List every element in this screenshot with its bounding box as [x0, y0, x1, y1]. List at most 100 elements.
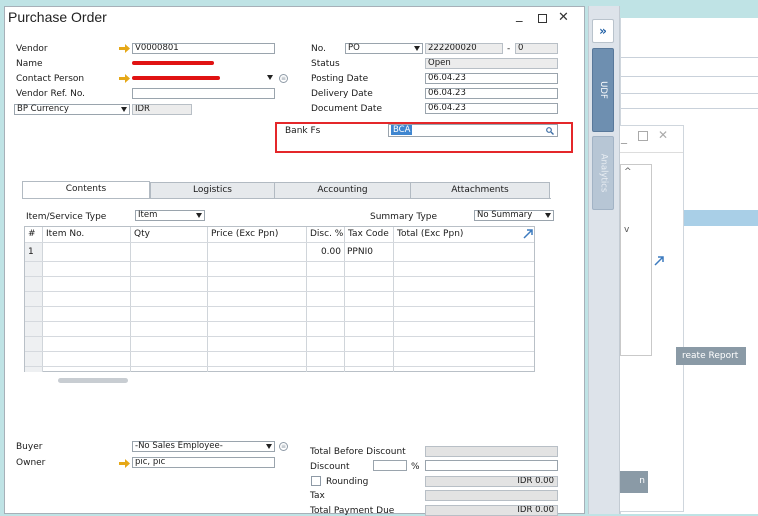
dropdown-arrow-icon: [196, 213, 202, 218]
discount-percent-field[interactable]: [373, 460, 407, 471]
series-value: PO: [348, 43, 360, 53]
column-header-number[interactable]: #: [25, 227, 43, 242]
link-arrow-icon[interactable]: [119, 459, 130, 468]
dropdown-arrow-icon: [266, 444, 272, 449]
row-number: 1: [28, 247, 34, 257]
items-table[interactable]: # Item No. Qty Price (Exc Ppn) Disc. % T…: [24, 226, 535, 372]
maximize-icon[interactable]: [538, 14, 547, 23]
create-report-button[interactable]: reate Report: [676, 347, 746, 365]
posting-date-label: Posting Date: [311, 74, 369, 84]
discount-amount-field[interactable]: [425, 460, 558, 471]
item-service-type-dropdown[interactable]: Item: [135, 210, 205, 221]
contact-person-dropdown[interactable]: [132, 73, 275, 84]
tab-analytics-label: Analytics: [598, 153, 609, 193]
number-label: No.: [311, 44, 326, 54]
side-tab-strip: » UDF Analytics: [588, 6, 620, 514]
tax-code-cell[interactable]: PPNI0: [347, 247, 373, 257]
vendor-field[interactable]: V0000801: [132, 43, 275, 54]
tab-accounting-label: Accounting: [317, 185, 368, 195]
tab-attachments-label: Attachments: [451, 185, 509, 195]
search-icon[interactable]: [546, 127, 554, 135]
vendor-label: Vendor: [16, 44, 48, 54]
expand-icon[interactable]: [654, 256, 664, 266]
link-arrow-icon[interactable]: [119, 74, 130, 83]
bank-fs-field[interactable]: BCA: [388, 124, 558, 137]
total-before-discount-field[interactable]: [425, 446, 558, 457]
total-payment-due-field[interactable]: IDR 0.00: [425, 505, 558, 516]
discount-label: Discount: [310, 462, 350, 472]
window-title: Purchase Order: [8, 9, 107, 25]
status-field[interactable]: Open: [425, 58, 558, 69]
delivery-date-label: Delivery Date: [311, 89, 373, 99]
percent-sign: %: [411, 462, 420, 472]
name-field[interactable]: [132, 58, 275, 69]
background-panel: _ ✕ ^ v reate Report n: [617, 125, 746, 512]
series-dropdown[interactable]: PO: [345, 43, 423, 54]
column-header-qty[interactable]: Qty: [131, 227, 208, 242]
status-label: Status: [311, 59, 340, 69]
column-header-tax-code[interactable]: Tax Code: [345, 227, 394, 242]
dropdown-arrow-icon: [121, 107, 127, 112]
info-icon[interactable]: ≡: [279, 442, 288, 451]
table-row[interactable]: 1 0.00 PPNI0: [25, 243, 534, 261]
vendor-ref-field[interactable]: [132, 88, 275, 99]
column-header-total[interactable]: Total (Exc Ppn): [394, 227, 535, 242]
redaction-mark: [132, 76, 220, 80]
rounding-label: Rounding: [326, 477, 369, 487]
background-button[interactable]: n: [618, 471, 648, 493]
bp-currency-field[interactable]: IDR: [132, 104, 192, 115]
tab-analytics[interactable]: Analytics: [592, 136, 614, 210]
expand-side-panel-button[interactable]: »: [592, 19, 614, 43]
scroll-up-icon[interactable]: ^: [624, 167, 632, 177]
close-icon[interactable]: ✕: [558, 10, 569, 25]
summary-type-dropdown[interactable]: No Summary: [474, 210, 554, 221]
tab-accounting[interactable]: Accounting: [274, 182, 411, 198]
document-date-field[interactable]: 06.04.23: [425, 103, 558, 114]
discount-cell[interactable]: 0.00: [307, 247, 341, 257]
tab-attachments[interactable]: Attachments: [410, 182, 550, 198]
column-header-price[interactable]: Price (Exc Ppn): [208, 227, 307, 242]
summary-type-value: No Summary: [477, 210, 533, 220]
dropdown-arrow-icon: [414, 46, 420, 51]
maximize-icon[interactable]: [638, 131, 648, 141]
close-icon[interactable]: ✕: [658, 128, 668, 142]
column-header-item-no[interactable]: Item No.: [43, 227, 131, 242]
buyer-dropdown[interactable]: -No Sales Employee-: [132, 441, 275, 452]
bank-fs-value: BCA: [391, 125, 413, 135]
expand-icon[interactable]: [523, 229, 533, 239]
tax-field[interactable]: [425, 490, 558, 501]
item-service-type-label: Item/Service Type: [26, 212, 107, 222]
rounding-checkbox[interactable]: [311, 476, 321, 486]
column-header-discount[interactable]: Disc. %: [307, 227, 345, 242]
tab-udf[interactable]: UDF: [592, 48, 614, 132]
tab-udf-label: UDF: [598, 81, 608, 99]
delivery-date-field[interactable]: 06.04.23: [425, 88, 558, 99]
dropdown-arrow-icon: [545, 213, 551, 218]
number-separator: -: [507, 44, 511, 54]
document-number-field[interactable]: 222200020: [425, 43, 503, 54]
bp-currency-dropdown[interactable]: BP Currency: [14, 104, 130, 115]
owner-label: Owner: [16, 458, 46, 468]
total-payment-due-label: Total Payment Due: [310, 506, 395, 516]
document-suffix-field[interactable]: 0: [515, 43, 558, 54]
total-before-discount-label: Total Before Discount: [310, 447, 406, 457]
background-list[interactable]: ^ v: [620, 164, 652, 356]
horizontal-scrollbar[interactable]: [58, 378, 128, 383]
buyer-label: Buyer: [16, 442, 43, 452]
buyer-value: -No Sales Employee-: [135, 441, 223, 451]
tab-logistics[interactable]: Logistics: [150, 182, 275, 198]
minimize-icon[interactable]: _: [516, 8, 523, 23]
document-date-label: Document Date: [311, 104, 382, 114]
contact-person-label: Contact Person: [16, 74, 85, 84]
posting-date-field[interactable]: 06.04.23: [425, 73, 558, 84]
item-service-type-value: Item: [138, 210, 158, 220]
rounding-field[interactable]: IDR 0.00: [425, 476, 558, 487]
tab-contents[interactable]: Contents: [22, 181, 150, 199]
info-icon[interactable]: ≡: [279, 74, 288, 83]
owner-field[interactable]: pic, pic: [132, 457, 275, 468]
tab-logistics-label: Logistics: [193, 185, 232, 195]
scroll-down-icon[interactable]: v: [624, 225, 629, 235]
vendor-ref-label: Vendor Ref. No.: [16, 89, 86, 99]
link-arrow-icon[interactable]: [119, 44, 130, 53]
minimize-icon[interactable]: _: [621, 130, 627, 144]
